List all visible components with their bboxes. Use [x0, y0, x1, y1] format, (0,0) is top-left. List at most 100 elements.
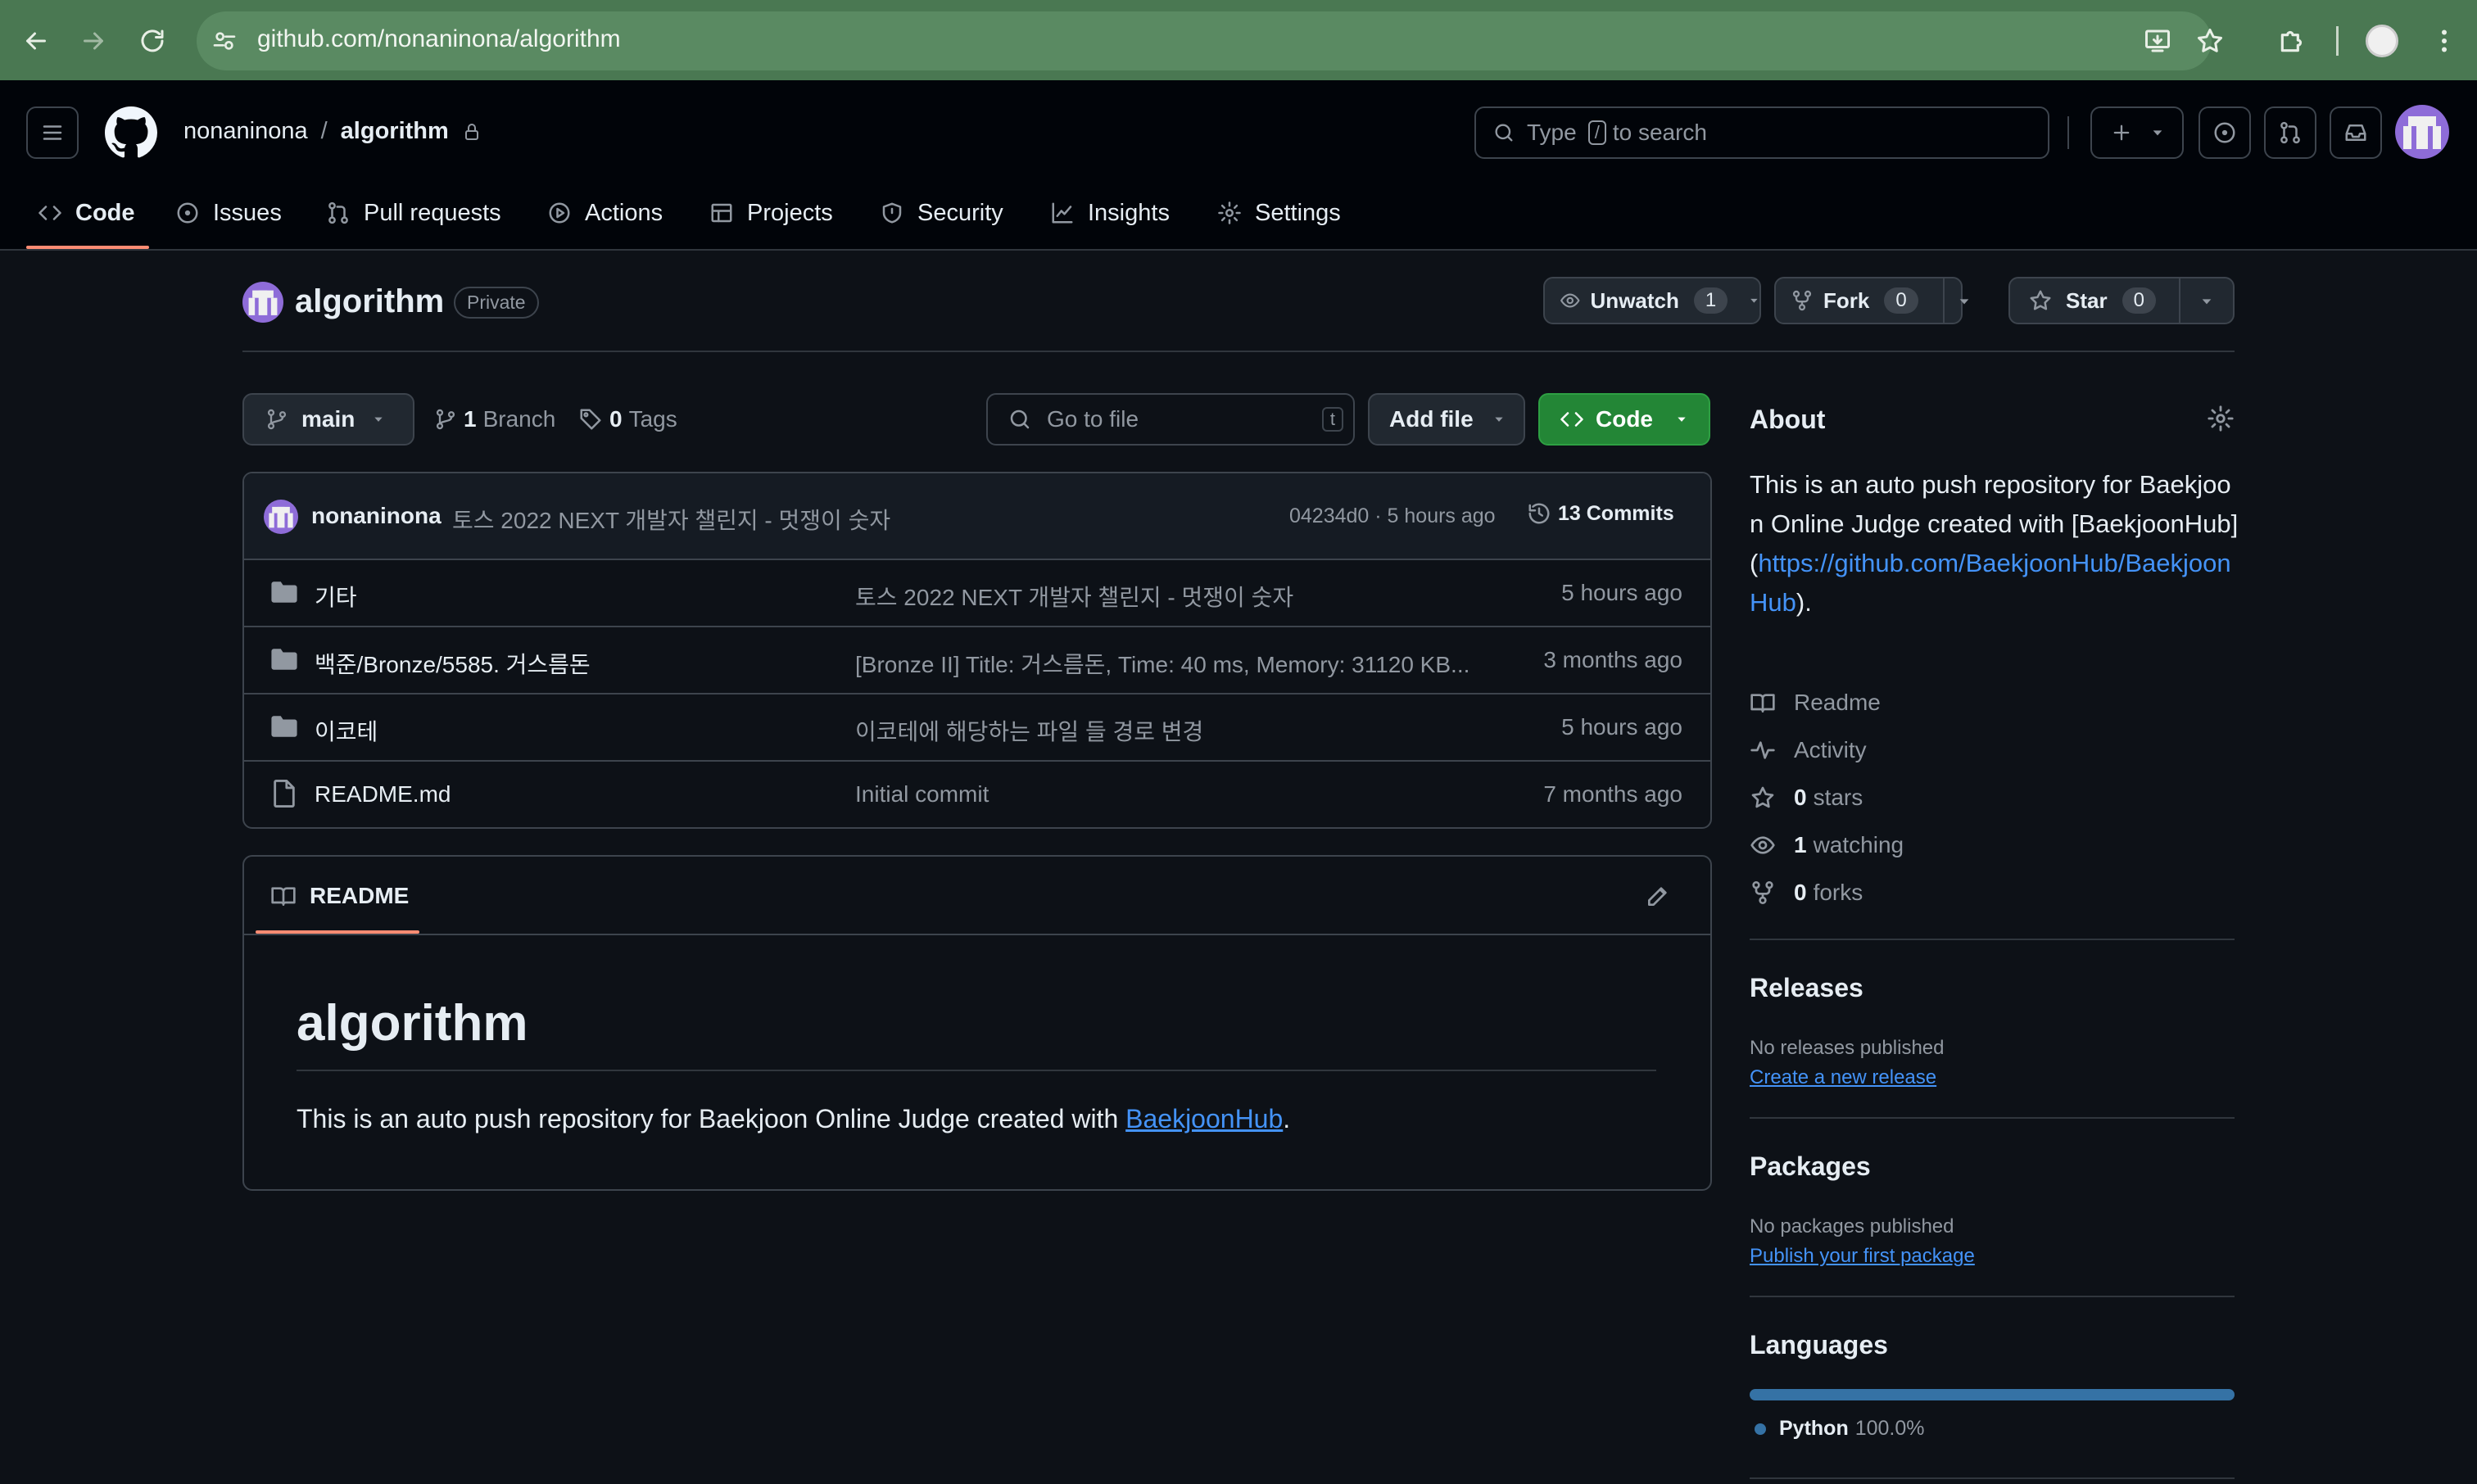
bookmark-star-icon[interactable]	[2195, 26, 2225, 56]
file-commit-message[interactable]: [Bronze II] Title: 거스름돈, Time: 40 ms, Me…	[855, 647, 1486, 680]
file-commit-message[interactable]: 토스 2022 NEXT 개발자 챌린지 - 멋쟁이 숫자	[855, 580, 1486, 613]
about-settings-gear-icon[interactable]	[2207, 405, 2235, 432]
tab-label: Issues	[213, 199, 282, 226]
readme-text-end: .	[1283, 1104, 1291, 1133]
commit-message[interactable]: 토스 2022 NEXT 개발자 챌린지 - 멋쟁이 숫자	[452, 503, 890, 536]
reload-icon[interactable]	[138, 26, 167, 56]
gear-icon	[1218, 201, 1241, 224]
watching-link[interactable]: 1 watching	[1750, 832, 1904, 858]
add-file-button[interactable]: Add file	[1368, 393, 1525, 446]
inbox-button[interactable]	[2330, 106, 2382, 159]
tab-actions[interactable]: Actions	[547, 190, 663, 236]
commit-hash-time[interactable]: 04234d0 · 5 hours ago	[1289, 504, 1496, 528]
table-icon	[711, 203, 732, 223]
breadcrumb-repo[interactable]: algorithm	[341, 118, 449, 145]
baekjoonhub-link[interactable]: BaekjoonHub	[1125, 1104, 1283, 1133]
stars-link[interactable]: 0 stars	[1750, 785, 1863, 811]
file-name[interactable]: README.md	[315, 781, 451, 808]
user-avatar[interactable]	[2395, 105, 2449, 159]
branch-icon	[436, 409, 455, 430]
create-release-link[interactable]: Create a new release	[1750, 1066, 1936, 1089]
create-new-button[interactable]	[2090, 106, 2184, 159]
chevron-down-icon	[1678, 417, 1686, 422]
star-icon	[1751, 786, 1774, 808]
repo-title[interactable]: algorithm	[295, 283, 444, 320]
fork-button[interactable]: Fork 0	[1774, 277, 1963, 324]
sidebar-divider	[1750, 1117, 2235, 1119]
star-dropdown-button[interactable]	[2200, 295, 2213, 308]
activity-link[interactable]: Activity	[1750, 737, 1867, 763]
stars-count: 0	[1794, 785, 1807, 810]
tab-settings[interactable]: Settings	[1217, 190, 1341, 236]
pull-request-icon	[2280, 121, 2300, 144]
profile-avatar[interactable]	[2366, 25, 2398, 57]
readme-tab[interactable]: README	[270, 883, 409, 909]
url-text[interactable]: github.com/nonaninona/algorithm	[257, 25, 621, 53]
star-label: Star	[2066, 287, 2108, 313]
github-logo-icon[interactable]	[105, 106, 157, 159]
pulse-icon	[1750, 741, 1775, 759]
fork-dropdown-button[interactable]	[1958, 295, 1971, 308]
unwatch-button[interactable]: Unwatch 1	[1543, 277, 1761, 324]
commits-link[interactable]: 13 Commits	[1527, 501, 1674, 526]
tag-count: 0	[609, 406, 623, 432]
file-name[interactable]: 이코테	[315, 714, 378, 747]
pull-requests-button[interactable]	[2264, 106, 2316, 159]
chevron-down-icon	[2202, 299, 2212, 305]
forks-link[interactable]: 0 forks	[1750, 880, 1863, 906]
breadcrumb-owner[interactable]: nonaninona	[183, 118, 308, 145]
extensions-icon[interactable]	[2277, 25, 2308, 56]
readme-tab-underline	[256, 930, 419, 934]
code-label: Code	[1596, 406, 1653, 432]
packages-title[interactable]: Packages	[1750, 1151, 1871, 1182]
tab-security[interactable]: Security	[880, 190, 1003, 236]
file-name[interactable]: 백준/Bronze/5585. 거스름돈	[315, 647, 591, 680]
shortcut-key: t	[1321, 407, 1343, 432]
sidebar-divider	[1750, 939, 2235, 940]
branch-select[interactable]: main	[242, 393, 414, 446]
readme-text: This is an auto push repository for Baek…	[297, 1104, 1290, 1134]
about-url-link[interactable]: https://github.com/BaekjoonHub/BaekjoonH…	[1750, 549, 2231, 617]
tags-link[interactable]: 0 Tags	[578, 406, 677, 432]
breadcrumb: nonaninona / algorithm	[183, 118, 482, 145]
header-divider	[2067, 116, 2069, 149]
code-button[interactable]: Code	[1538, 393, 1710, 446]
tab-issues[interactable]: Issues	[175, 190, 282, 236]
forward-icon[interactable]	[79, 26, 108, 56]
site-info-icon[interactable]	[211, 28, 238, 54]
file-commit-message[interactable]: 이코테에 해당하는 파일 들 경로 변경	[855, 714, 1486, 747]
branches-link[interactable]: 1 Branch	[434, 406, 555, 432]
language-percent: 100.0%	[1854, 1417, 1925, 1440]
go-to-file-input[interactable]: Go to file t	[986, 393, 1355, 446]
readme-tab-label: README	[310, 883, 410, 908]
language-bar-python	[1750, 1389, 2235, 1400]
tab-pull-requests[interactable]: Pull requests	[326, 190, 501, 236]
go-to-file-placeholder: Go to file	[1047, 406, 1139, 432]
file-name[interactable]: 기타	[315, 580, 357, 613]
breadcrumb-separator: /	[320, 118, 328, 144]
publish-package-link[interactable]: Publish your first package	[1750, 1245, 1975, 1268]
tab-projects[interactable]: Projects	[709, 190, 833, 236]
edit-readme-icon[interactable]	[1645, 883, 1671, 909]
file-updated-time: 5 hours ago	[1561, 714, 1682, 740]
back-icon[interactable]	[21, 26, 51, 56]
commit-author[interactable]: nonaninona	[311, 503, 442, 529]
search-input[interactable]: Type / to search	[1474, 106, 2049, 159]
issues-button[interactable]	[2199, 106, 2251, 159]
issue-icon	[177, 202, 198, 224]
menu-icon	[43, 125, 62, 140]
language-item-python[interactable]: Python 100.0%	[1755, 1417, 1925, 1441]
browser-menu-icon[interactable]	[2429, 26, 2459, 56]
install-app-icon[interactable]	[2143, 26, 2172, 56]
sidebar-divider	[1750, 1296, 2235, 1297]
search-placeholder: Type	[1527, 120, 1577, 145]
plus-icon	[2113, 124, 2130, 141]
tab-insights[interactable]: Insights	[1050, 190, 1170, 236]
releases-title[interactable]: Releases	[1750, 973, 1863, 1003]
readme-link[interactable]: Readme	[1750, 690, 1881, 716]
tab-code[interactable]: Code	[38, 190, 135, 236]
file-commit-message[interactable]: Initial commit	[855, 781, 1486, 808]
hamburger-button[interactable]	[26, 106, 79, 159]
commit-author-avatar[interactable]	[264, 500, 298, 534]
inbox-icon	[2345, 124, 2366, 141]
